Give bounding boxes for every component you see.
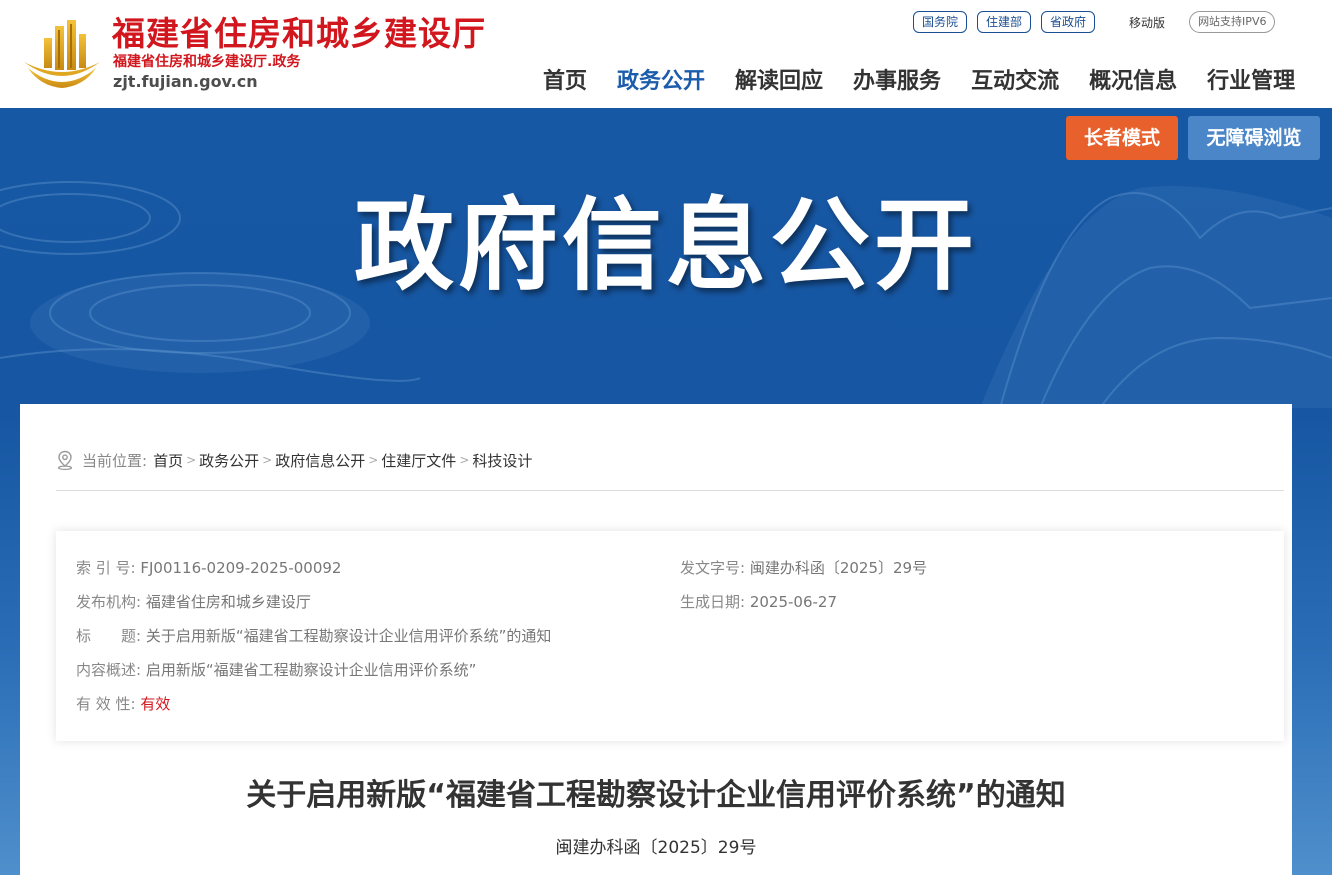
breadcrumb-separator: > bbox=[368, 453, 379, 467]
breadcrumb-home[interactable]: 首页 bbox=[153, 450, 183, 471]
meta-index-row: 索 引 号: FJ00116-0209-2025-00092 bbox=[76, 558, 341, 578]
logo-domain: zjt.fujian.gov.cn bbox=[113, 72, 258, 91]
nav-interpretation[interactable]: 解读回应 bbox=[720, 62, 838, 102]
meta-date-label: 生成日期: bbox=[680, 593, 746, 611]
breadcrumb-separator: > bbox=[459, 453, 470, 467]
link-province-gov[interactable]: 省政府 bbox=[1041, 11, 1096, 33]
meta-index-value: FJ00116-0209-2025-00092 bbox=[140, 559, 342, 577]
document-title: 关于启用新版“福建省工程勘察设计企业信用评价系统”的通知 bbox=[246, 778, 1066, 813]
meta-title-value: 关于启用新版“福建省工程勘察设计企业信用评价系统”的通知 bbox=[145, 627, 552, 645]
document-metadata: 索 引 号: FJ00116-0209-2025-00092 发文字号: 闽建办… bbox=[56, 531, 1284, 741]
banner-title: 政府信息公开 bbox=[354, 187, 978, 304]
logo-title: 福建省住房和城乡建设厅 bbox=[112, 14, 486, 53]
nav-overview[interactable]: 概况信息 bbox=[1074, 62, 1192, 102]
meta-date-row: 生成日期: 2025-06-27 bbox=[680, 592, 837, 612]
link-ministry[interactable]: 住建部 bbox=[977, 11, 1032, 33]
site-logo[interactable]: 福建省住房和城乡建设厅 福建省住房和城乡建设厅.政务 zjt.fujian.go… bbox=[22, 12, 492, 94]
meta-summary-row: 内容概述: 启用新版“福建省工程勘察设计企业信用评价系统” bbox=[76, 660, 476, 680]
breadcrumb-dept-files[interactable]: 住建厅文件 bbox=[381, 450, 456, 471]
meta-summary-label: 内容概述: bbox=[76, 661, 142, 679]
nav-industry[interactable]: 行业管理 bbox=[1192, 62, 1310, 102]
meta-date-value: 2025-06-27 bbox=[749, 593, 838, 611]
mobile-version-link[interactable]: 移动版 bbox=[1129, 14, 1165, 31]
meta-docno-row: 发文字号: 闽建办科函〔2025〕29号 bbox=[680, 558, 927, 578]
nav-services[interactable]: 办事服务 bbox=[838, 62, 956, 102]
breadcrumb-separator: > bbox=[186, 453, 197, 467]
breadcrumb-divider bbox=[56, 490, 1284, 491]
meta-summary-value: 启用新版“福建省工程勘察设计企业信用评价系统” bbox=[145, 661, 477, 679]
meta-validity-label: 有 效 性: bbox=[76, 695, 136, 713]
meta-validity-value: 有效 bbox=[140, 695, 171, 713]
content-card: 当前位置: 首页 > 政务公开 > 政府信息公开 > 住建厅文件 > 科技设计 … bbox=[20, 404, 1292, 875]
nav-interaction[interactable]: 互动交流 bbox=[956, 62, 1074, 102]
logo-emblem-icon bbox=[24, 20, 100, 88]
elder-mode-button[interactable]: 长者模式 bbox=[1066, 116, 1178, 160]
meta-index-label: 索 引 号: bbox=[76, 559, 136, 577]
breadcrumb: 当前位置: 首页 > 政务公开 > 政府信息公开 > 住建厅文件 > 科技设计 bbox=[56, 449, 532, 471]
location-pin-icon bbox=[57, 450, 73, 470]
nav-home[interactable]: 首页 bbox=[528, 62, 602, 102]
top-links: 国务院 住建部 省政府 移动版 网站支持IPV6 bbox=[913, 11, 1276, 33]
meta-title-label: 标 题: bbox=[76, 627, 142, 645]
document-number: 闽建办科函〔2025〕29号 bbox=[555, 838, 757, 858]
logo-subtitle: 福建省住房和城乡建设厅.政务 bbox=[113, 54, 301, 70]
main-nav: 首页 政务公开 解读回应 办事服务 互动交流 概况信息 行业管理 bbox=[528, 62, 1310, 102]
meta-docno-value: 闽建办科函〔2025〕29号 bbox=[749, 559, 928, 577]
breadcrumb-label: 当前位置: bbox=[82, 451, 148, 470]
link-state-council[interactable]: 国务院 bbox=[913, 11, 968, 33]
nav-gov-affairs[interactable]: 政务公开 bbox=[602, 62, 720, 102]
site-header: 福建省住房和城乡建设厅 福建省住房和城乡建设厅.政务 zjt.fujian.go… bbox=[0, 0, 1332, 108]
meta-publisher-row: 发布机构: 福建省住房和城乡建设厅 bbox=[76, 592, 311, 612]
breadcrumb-tech-design[interactable]: 科技设计 bbox=[472, 450, 532, 471]
breadcrumb-gov-affairs[interactable]: 政务公开 bbox=[199, 450, 259, 471]
accessibility-button[interactable]: 无障碍浏览 bbox=[1188, 116, 1320, 160]
ipv6-badge: 网站支持IPV6 bbox=[1189, 11, 1276, 33]
breadcrumb-separator: > bbox=[262, 453, 273, 467]
breadcrumb-info-disclosure[interactable]: 政府信息公开 bbox=[275, 450, 365, 471]
meta-publisher-label: 发布机构: bbox=[76, 593, 142, 611]
meta-validity-row: 有 效 性: 有效 bbox=[76, 694, 170, 714]
meta-title-row: 标 题: 关于启用新版“福建省工程勘察设计企业信用评价系统”的通知 bbox=[76, 626, 551, 646]
meta-publisher-value: 福建省住房和城乡建设厅 bbox=[145, 593, 311, 611]
meta-docno-label: 发文字号: bbox=[680, 559, 746, 577]
